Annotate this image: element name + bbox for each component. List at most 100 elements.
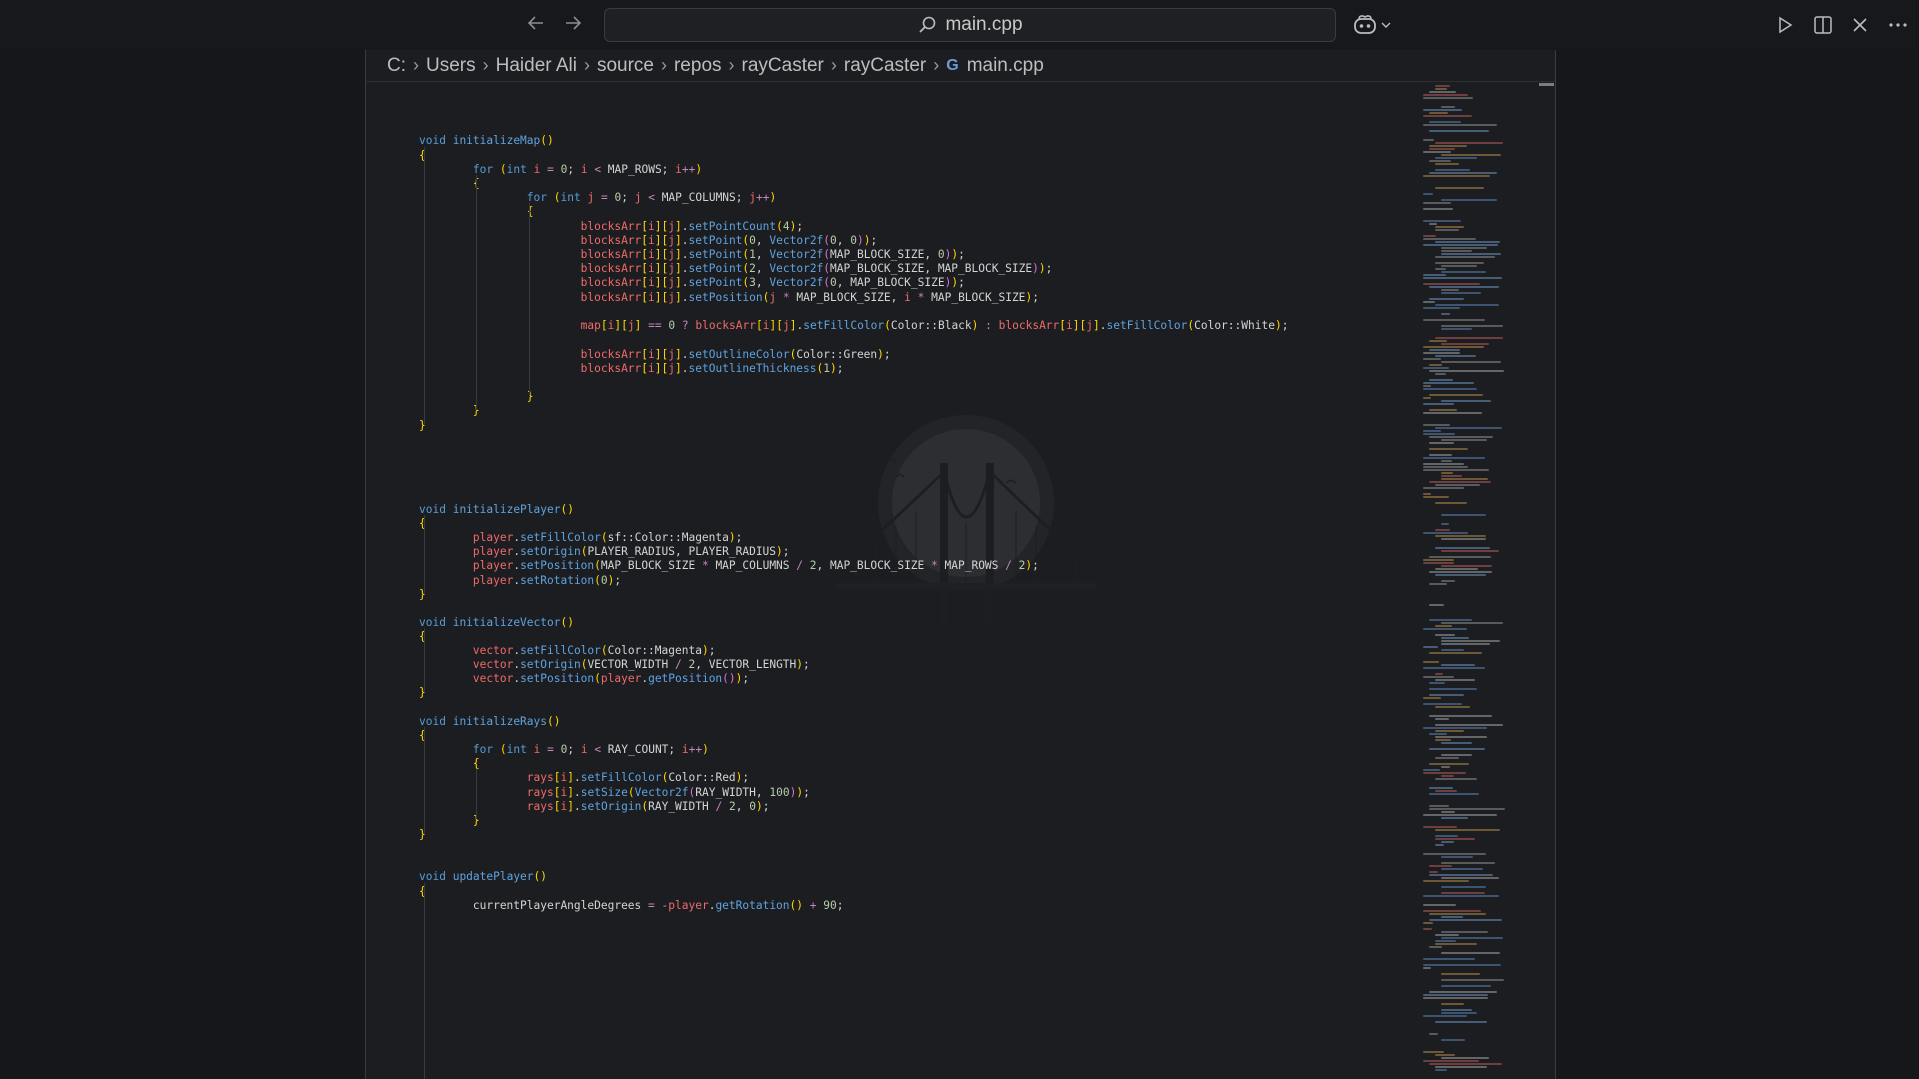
minimap-line [1441,565,1492,567]
minimap-line [1435,241,1500,243]
minimap-line [1435,187,1484,189]
minimap-line [1423,928,1432,930]
code-line[interactable]: currentPlayerAngleDegrees = -player.getR… [419,897,844,914]
minimap-line [1435,427,1502,429]
code-line[interactable]: void initializeMap() [419,132,554,149]
minimap-line [1441,640,1500,642]
search-label: main.cpp [945,14,1023,35]
breadcrumb-item[interactable]: repos [674,55,722,77]
minimap-line [1435,739,1451,741]
minimap-line [1435,1066,1487,1068]
minimap-line [1435,838,1475,840]
chevron-right-icon: › [583,55,590,75]
minimap-line [1441,439,1487,441]
minimap-line [1423,220,1461,222]
chevron-right-icon: › [933,55,940,75]
vertical-scrollbar[interactable] [1539,83,1554,1079]
minimap-line [1435,304,1499,306]
minimap-line [1429,805,1449,807]
minimap-line [1423,661,1439,663]
minimap-line [1423,772,1466,774]
minimap-line [1423,175,1490,177]
breadcrumb-item[interactable]: Users [426,55,476,77]
minimap-line [1441,937,1503,939]
chevron-down-icon[interactable] [1380,19,1392,31]
cpp-file-icon: G [946,56,959,74]
minimap-line [1441,664,1475,666]
breadcrumb-item[interactable]: rayCaster [844,55,926,77]
breadcrumb-item[interactable]: rayCaster [742,55,824,77]
split-editor-icon[interactable] [1810,12,1836,38]
minimap-line [1441,766,1450,768]
arrow-left-icon[interactable] [523,12,549,38]
indent-guide [424,515,425,593]
minimap-line [1423,115,1472,117]
minimap-line [1435,736,1487,738]
minimap-line [1435,85,1450,87]
minimap-line [1429,454,1452,456]
minimap-line [1441,775,1454,777]
code-line[interactable]: blocksArr[i][j].setPosition(j * MAP_BLOC… [419,289,1039,306]
minimap-line [1423,457,1485,459]
code-line[interactable]: void updatePlayer() [419,868,547,885]
minimap-line [1441,361,1501,363]
code-line[interactable]: } [419,812,480,829]
code-line[interactable]: void initializeRays() [419,713,561,730]
minimap-line [1435,934,1459,936]
minimap-line [1429,991,1497,993]
minimap-line [1441,328,1472,330]
command-center-search[interactable]: main.cpp [604,8,1336,42]
minimap-line [1441,979,1504,981]
minimap-line [1423,277,1502,279]
ellipsis-icon[interactable] [1885,12,1911,38]
breadcrumb-file[interactable]: main.cpp [967,55,1044,77]
minimap-line [1441,985,1491,987]
close-icon[interactable] [1847,12,1873,38]
minimap-line [1441,1039,1465,1041]
minimap-line [1435,940,1456,942]
minimap-line [1423,469,1489,471]
minimap-line [1441,250,1472,252]
minimap-line [1423,814,1497,816]
minimap-line [1435,163,1459,165]
minimap-line [1441,754,1472,756]
minimap-line [1441,1003,1464,1005]
code-line[interactable]: } [419,402,480,419]
minimap-line [1435,1069,1447,1071]
code-line[interactable]: player.setRotation(0); [419,572,621,589]
code-line[interactable]: void initializePlayer() [419,501,574,518]
breadcrumb-item[interactable]: source [597,55,654,77]
minimap-line [1441,154,1501,156]
code-editor[interactable]: void initializeMap(){ for (int i = 0; i … [366,83,1421,1079]
minimap-line [1435,679,1475,681]
minimap-line [1441,514,1486,516]
minimap-line [1441,643,1490,645]
code-line[interactable]: void initializeVector() [419,614,574,631]
minimap-line [1435,835,1458,837]
minimap-line [1441,325,1503,327]
minimap-line [1423,667,1485,669]
minimap-line [1423,352,1460,354]
code-line[interactable]: blocksArr[i][j].setOutlineThickness(1); [419,360,844,377]
breadcrumb-item[interactable]: Haider Ali [496,55,577,77]
minimap-line [1441,265,1477,267]
minimap-line [1423,562,1454,564]
minimap-line [1429,409,1457,411]
minimap-line [1423,202,1451,204]
minimap-line [1423,532,1468,534]
breadcrumb-item[interactable]: C: [387,55,406,77]
minimap-line [1435,502,1467,504]
scrollbar-thumb[interactable] [1539,83,1554,86]
code-line[interactable]: map[i][j] == 0 ? blocksArr[i][j].setFill… [419,317,1289,334]
minimap-line [1423,826,1457,828]
minimap-line [1429,556,1491,558]
minimap-line [1423,235,1436,237]
minimap-line [1441,292,1481,294]
minimap[interactable] [1421,83,1539,1079]
code-line[interactable]: vector.setPosition(player.getPosition())… [419,670,749,687]
arrow-right-icon[interactable] [560,12,586,38]
minimap-line [1423,97,1473,99]
minimap-line [1429,130,1489,132]
copilot-icon[interactable] [1352,12,1396,38]
play-icon[interactable] [1772,12,1798,38]
